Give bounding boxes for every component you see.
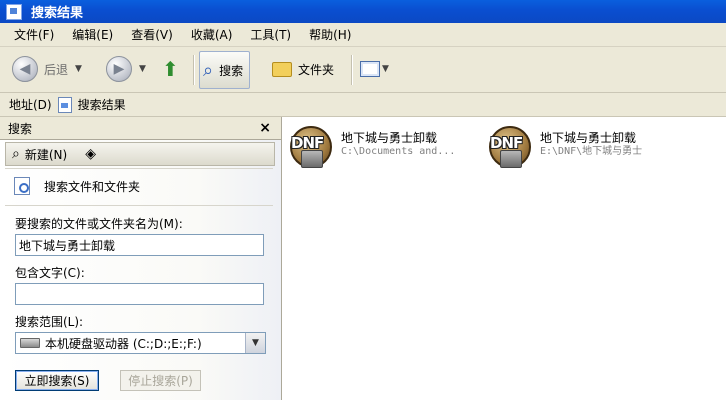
forward-arrow-icon: ▶ (106, 56, 132, 82)
up-folder-button[interactable]: ⬆ (162, 53, 179, 85)
dnf-app-icon: DNF (287, 124, 339, 170)
menu-favorites[interactable]: 收藏(A) (191, 26, 233, 43)
result-item[interactable]: DNF 地下城与勇士卸载 C:\Documents and... (287, 124, 455, 170)
scope-label: 搜索范围(L): (15, 315, 84, 329)
search-now-button[interactable]: 立即搜索(S) (15, 370, 99, 391)
name-input-value: 地下城与勇士卸载 (19, 238, 116, 253)
forward-dropdown-icon[interactable]: ▼ (139, 64, 146, 74)
views-button[interactable]: ▼ (360, 53, 389, 85)
name-input[interactable]: 地下城与勇士卸载 (15, 234, 264, 256)
new-search-icon: ⌕ (12, 146, 20, 162)
result-path: C:\Documents and... (341, 146, 456, 157)
views-dropdown-icon[interactable]: ▼ (382, 64, 389, 74)
window-doc-icon (6, 3, 22, 20)
back-button[interactable]: ◀ 后退 ▼ (12, 53, 82, 85)
back-label: 后退 (44, 62, 69, 77)
stop-search-button[interactable]: 停止搜索(P) (120, 370, 201, 391)
toolbar-separator (193, 55, 195, 85)
menu-help[interactable]: 帮助(H) (309, 26, 351, 43)
search-heading-text: 搜索文件和文件夹 (44, 179, 141, 194)
folders-label: 文件夹 (298, 62, 335, 77)
address-bar: 地址(D) 搜索结果 (0, 93, 726, 117)
pane-divider (5, 205, 273, 206)
result-path: E:\DNF\地下城与勇士 (540, 146, 643, 157)
search-pane-header: 搜索 × (0, 117, 281, 140)
search-results-icon (57, 96, 72, 113)
forward-button[interactable]: ▶ ▼ (106, 53, 146, 85)
hard-drive-icon (20, 338, 40, 348)
new-search-label: 新建(N) (24, 147, 68, 162)
dnf-app-icon: DNF (486, 124, 538, 170)
toolbar-separator (351, 55, 353, 85)
address-field[interactable]: 搜索结果 (57, 96, 126, 114)
folder-icon (272, 61, 292, 77)
menu-edit[interactable]: 编辑(E) (72, 26, 113, 43)
search-pane-toolbar: ⌕ 新建(N) ◈ (5, 142, 275, 166)
result-name: 地下城与勇士卸载 (341, 131, 438, 145)
menu-file[interactable]: 文件(F) (14, 26, 54, 43)
window-title: 搜索结果 (31, 6, 84, 21)
search-pane-title: 搜索 (8, 121, 33, 136)
menu-tools[interactable]: 工具(T) (250, 26, 291, 43)
new-search-button[interactable]: ⌕ 新建(N) (12, 146, 67, 163)
address-label: 地址(D) (9, 98, 52, 112)
magnifier-icon: ⌕ (203, 59, 214, 81)
scope-select[interactable]: 本机硬盘驱动器 (C:;D:;E:;F:) ▼ (15, 332, 266, 354)
title-bar[interactable]: 搜索结果 (0, 0, 726, 23)
chevron-down-icon[interactable]: ▼ (245, 333, 265, 353)
search-files-icon (14, 177, 30, 195)
search-heading: 搜索文件和文件夹 (14, 177, 140, 195)
menu-view[interactable]: 查看(V) (131, 26, 173, 43)
result-item[interactable]: DNF 地下城与勇士卸载 E:\DNF\地下城与勇士 (486, 124, 642, 170)
close-icon[interactable]: × (259, 120, 271, 136)
folders-button[interactable]: 文件夹 (272, 53, 334, 85)
back-dropdown-icon[interactable]: ▼ (75, 64, 82, 74)
toolbar: ◀ 后退 ▼ ▶ ▼ ⬆ ⌕ 搜索 文件夹 ▼ (0, 47, 726, 93)
contains-text-input[interactable] (15, 283, 264, 305)
results-pane: DNF 地下城与勇士卸载 C:\Documents and... DNF 地下城… (282, 117, 726, 400)
menu-bar: 文件(F) 编辑(E) 查看(V) 收藏(A) 工具(T) 帮助(H) (0, 23, 726, 47)
contains-text-label: 包含文字(C): (15, 266, 85, 280)
up-folder-icon: ⬆ (162, 57, 179, 81)
search-pane-button[interactable]: ⌕ 搜索 (199, 51, 251, 89)
back-arrow-icon: ◀ (12, 56, 38, 82)
scope-value: 本机硬盘驱动器 (C:;D:;E:;F:) (45, 336, 202, 351)
search-label: 搜索 (219, 63, 244, 78)
search-options-icon[interactable]: ◈ (85, 146, 96, 162)
name-label: 要搜索的文件或文件夹名为(M): (15, 217, 183, 231)
views-icon (360, 61, 380, 77)
address-value: 搜索结果 (77, 98, 126, 112)
result-name: 地下城与勇士卸载 (540, 131, 637, 145)
pane-divider (5, 168, 273, 169)
search-pane: 搜索 × ⌕ 新建(N) ◈ 搜索文件和文件夹 要搜索的文件或文件夹名为(M):… (0, 117, 282, 400)
